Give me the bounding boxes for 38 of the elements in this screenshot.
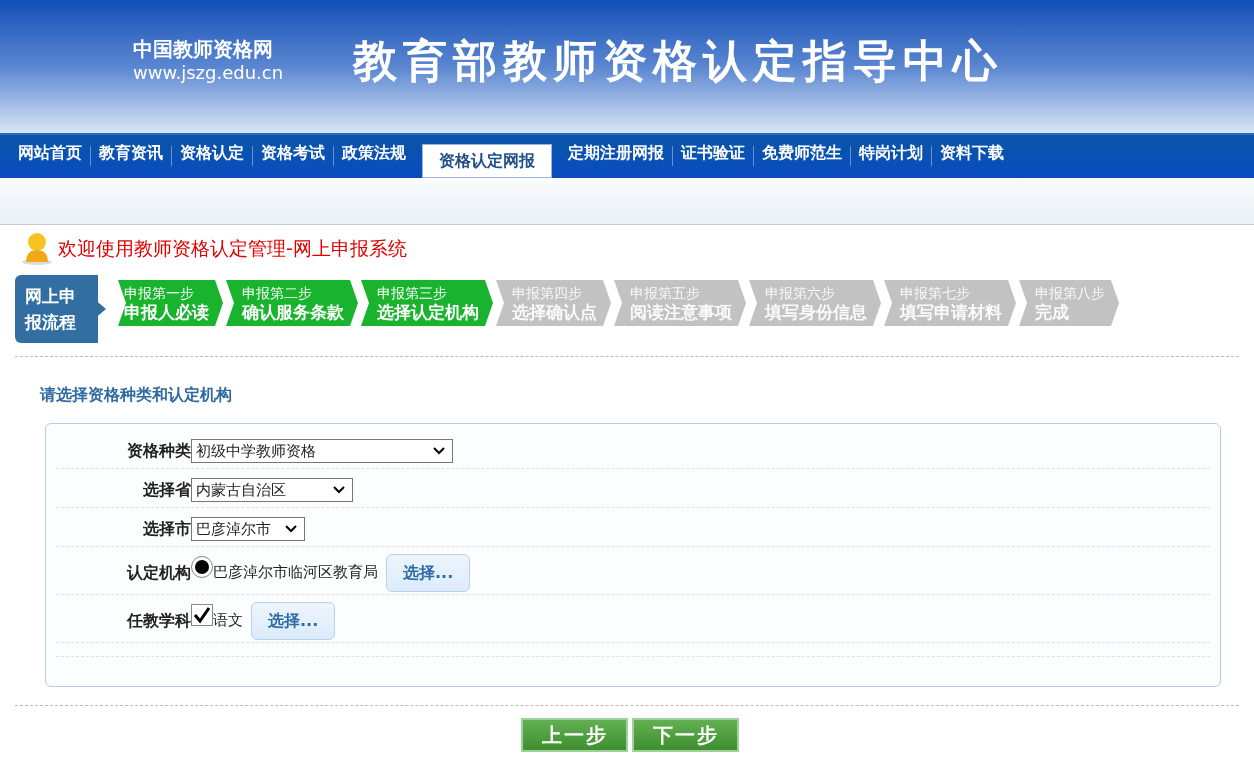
checkbox[interactable] <box>191 603 213 626</box>
field-label: 选择市 <box>142 518 191 540</box>
option-label: 巴彦淖尔市临河区教育局 <box>213 562 378 584</box>
field-label: 任教学科 <box>125 609 191 632</box>
dropdown-caret-icon <box>284 524 298 534</box>
option-label: 语文 <box>213 610 243 632</box>
welcome-text: 欢迎使用教师资格认定管理-网上申报系统 <box>58 235 407 261</box>
nav-tab[interactable]: 资料下载 <box>932 136 1012 178</box>
nav-tab[interactable]: 教育资讯 <box>91 136 171 178</box>
nav-tab[interactable]: 定期注册网报 <box>560 136 672 178</box>
nav-tab[interactable]: 免费师范生 <box>754 136 850 178</box>
dropdown-select[interactable]: 初级中学教师资格 <box>191 439 453 463</box>
select-button[interactable]: 选择... <box>386 553 471 592</box>
nav-tab[interactable]: 特岗计划 <box>851 136 931 178</box>
dropdown-caret-icon <box>432 446 446 456</box>
field-label: 认定机构 <box>125 561 191 584</box>
field-label: 选择省 <box>142 479 191 501</box>
person-icon <box>20 231 54 265</box>
nav-tab[interactable]: 证书验证 <box>673 136 753 178</box>
banner-title: 教育部教师资格认定指导中心 <box>353 33 1004 88</box>
dropdown-select[interactable]: 内蒙古自治区 <box>191 478 353 502</box>
site-name: 中国教师资格网 <box>133 36 274 61</box>
select-button[interactable]: 选择... <box>251 601 336 640</box>
section-title: 请选择资格种类和认定机构 <box>40 384 233 406</box>
process-label: 网上申报流程 <box>15 275 106 343</box>
nav-tab[interactable]: 网站首页 <box>10 136 90 178</box>
dropdown-select[interactable]: 巴彦淖尔市 <box>191 517 305 541</box>
process-step: 申报第一步 申报人必读 <box>118 280 223 326</box>
dropdown-caret-icon <box>332 485 346 495</box>
process-step: 申报第二步 确认服务条款 <box>226 280 358 326</box>
field-label: 资格种类 <box>126 440 191 462</box>
nav-tab[interactable]: 资格认定网报 <box>422 144 552 178</box>
site-url: www.jszg.edu.cn <box>133 60 284 85</box>
nav-tab[interactable]: 资格认定 <box>172 136 252 178</box>
nav-tab[interactable]: 资格考试 <box>253 136 333 178</box>
radio-button[interactable] <box>191 555 213 578</box>
nav-tab[interactable]: 政策法规 <box>334 136 414 178</box>
process-step: 申报第三步 选择认定机构 <box>361 280 493 326</box>
